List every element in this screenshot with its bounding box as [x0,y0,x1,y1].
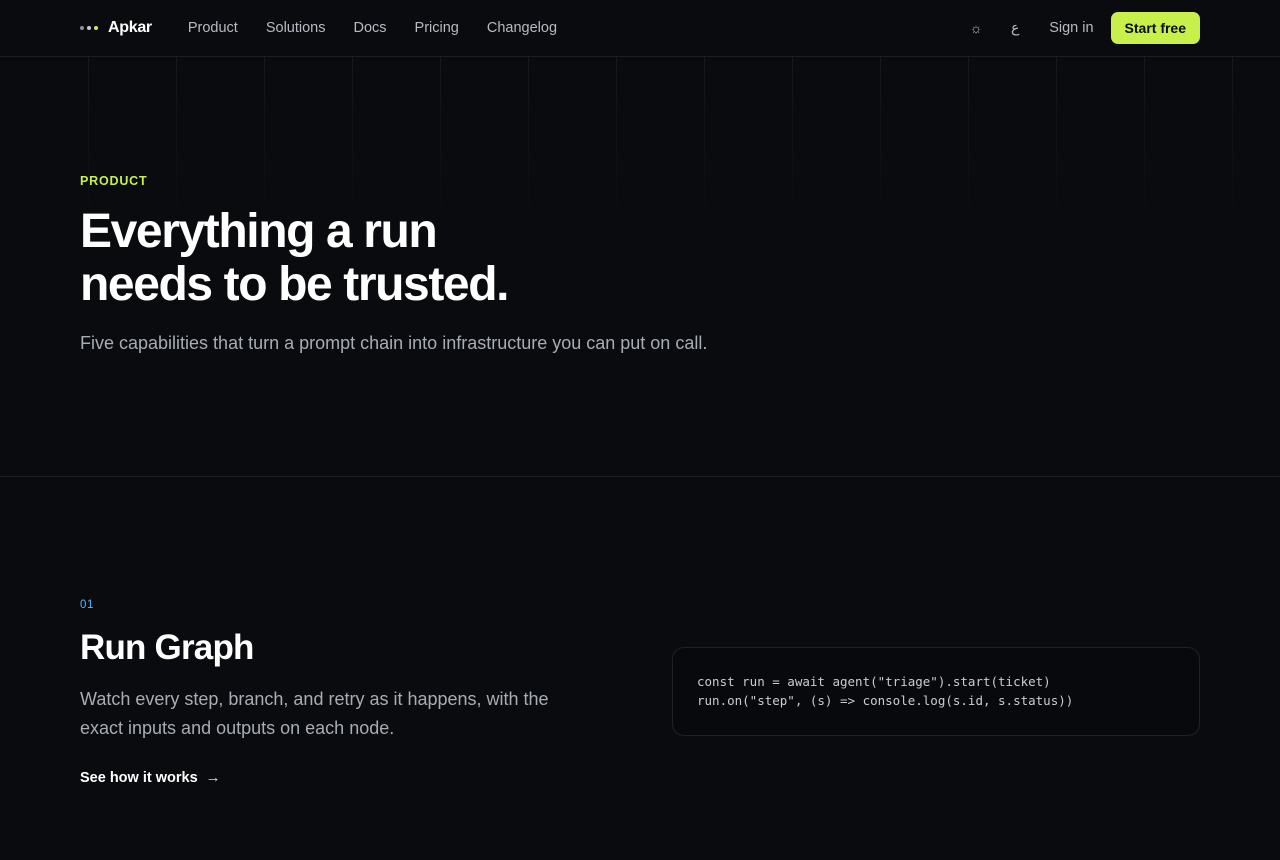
see-how-it-works-link[interactable]: See how it works → [80,769,221,786]
hero-title: Everything a run needs to be trusted. [80,205,680,311]
brand-name: Apkar [108,19,152,36]
nav-item-product[interactable]: Product [188,20,238,36]
code-snippet: const run = await agent("triage").start(… [672,647,1200,736]
feature-link-label: See how it works [80,769,198,786]
feature-description: Watch every step, branch, and retry as i… [80,689,549,738]
sign-in-link[interactable]: Sign in [1049,20,1093,36]
brand[interactable]: Apkar [80,19,152,37]
nav-item-solutions[interactable]: Solutions [266,20,326,36]
nav-item-changelog[interactable]: Changelog [487,20,557,36]
feature-title: Run Graph [80,628,254,667]
feature-number: 01 [80,599,94,611]
main-nav: Product Solutions Docs Pricing Changelog [188,20,557,36]
arrow-right-icon: → [205,769,221,786]
feature-section: 01 Run Graph Watch every step, branch, a… [0,477,1280,860]
hero-title-line-1: Everything a run [80,205,438,258]
page: Apkar Product Solutions Docs Pricing Cha… [0,0,1280,860]
code-line: const run = await agent("triage").start(… [697,674,1051,689]
nav-item-pricing[interactable]: Pricing [415,20,459,36]
language-icon[interactable]: ع [1003,16,1027,40]
hero-title-line-2: needs to be trusted. [80,258,509,311]
sun-icon[interactable]: ☼ [964,16,988,40]
top-navigation-bar: Apkar Product Solutions Docs Pricing Cha… [0,0,1280,57]
nav-item-docs[interactable]: Docs [354,20,387,36]
three-dots-logo-icon [80,26,100,30]
hero-eyebrow: PRODUCT [80,174,148,188]
code-line: run.on("step", (s) => console.log(s.id, … [697,693,1074,708]
hero-section: PRODUCT Everything a run needs to be tru… [0,57,1280,477]
start-free-button[interactable]: Start free [1110,12,1200,44]
header-actions: ☼ ع Sign in Start free [964,12,1200,44]
hero-subtitle: Five capabilities that turn a prompt cha… [80,333,708,353]
